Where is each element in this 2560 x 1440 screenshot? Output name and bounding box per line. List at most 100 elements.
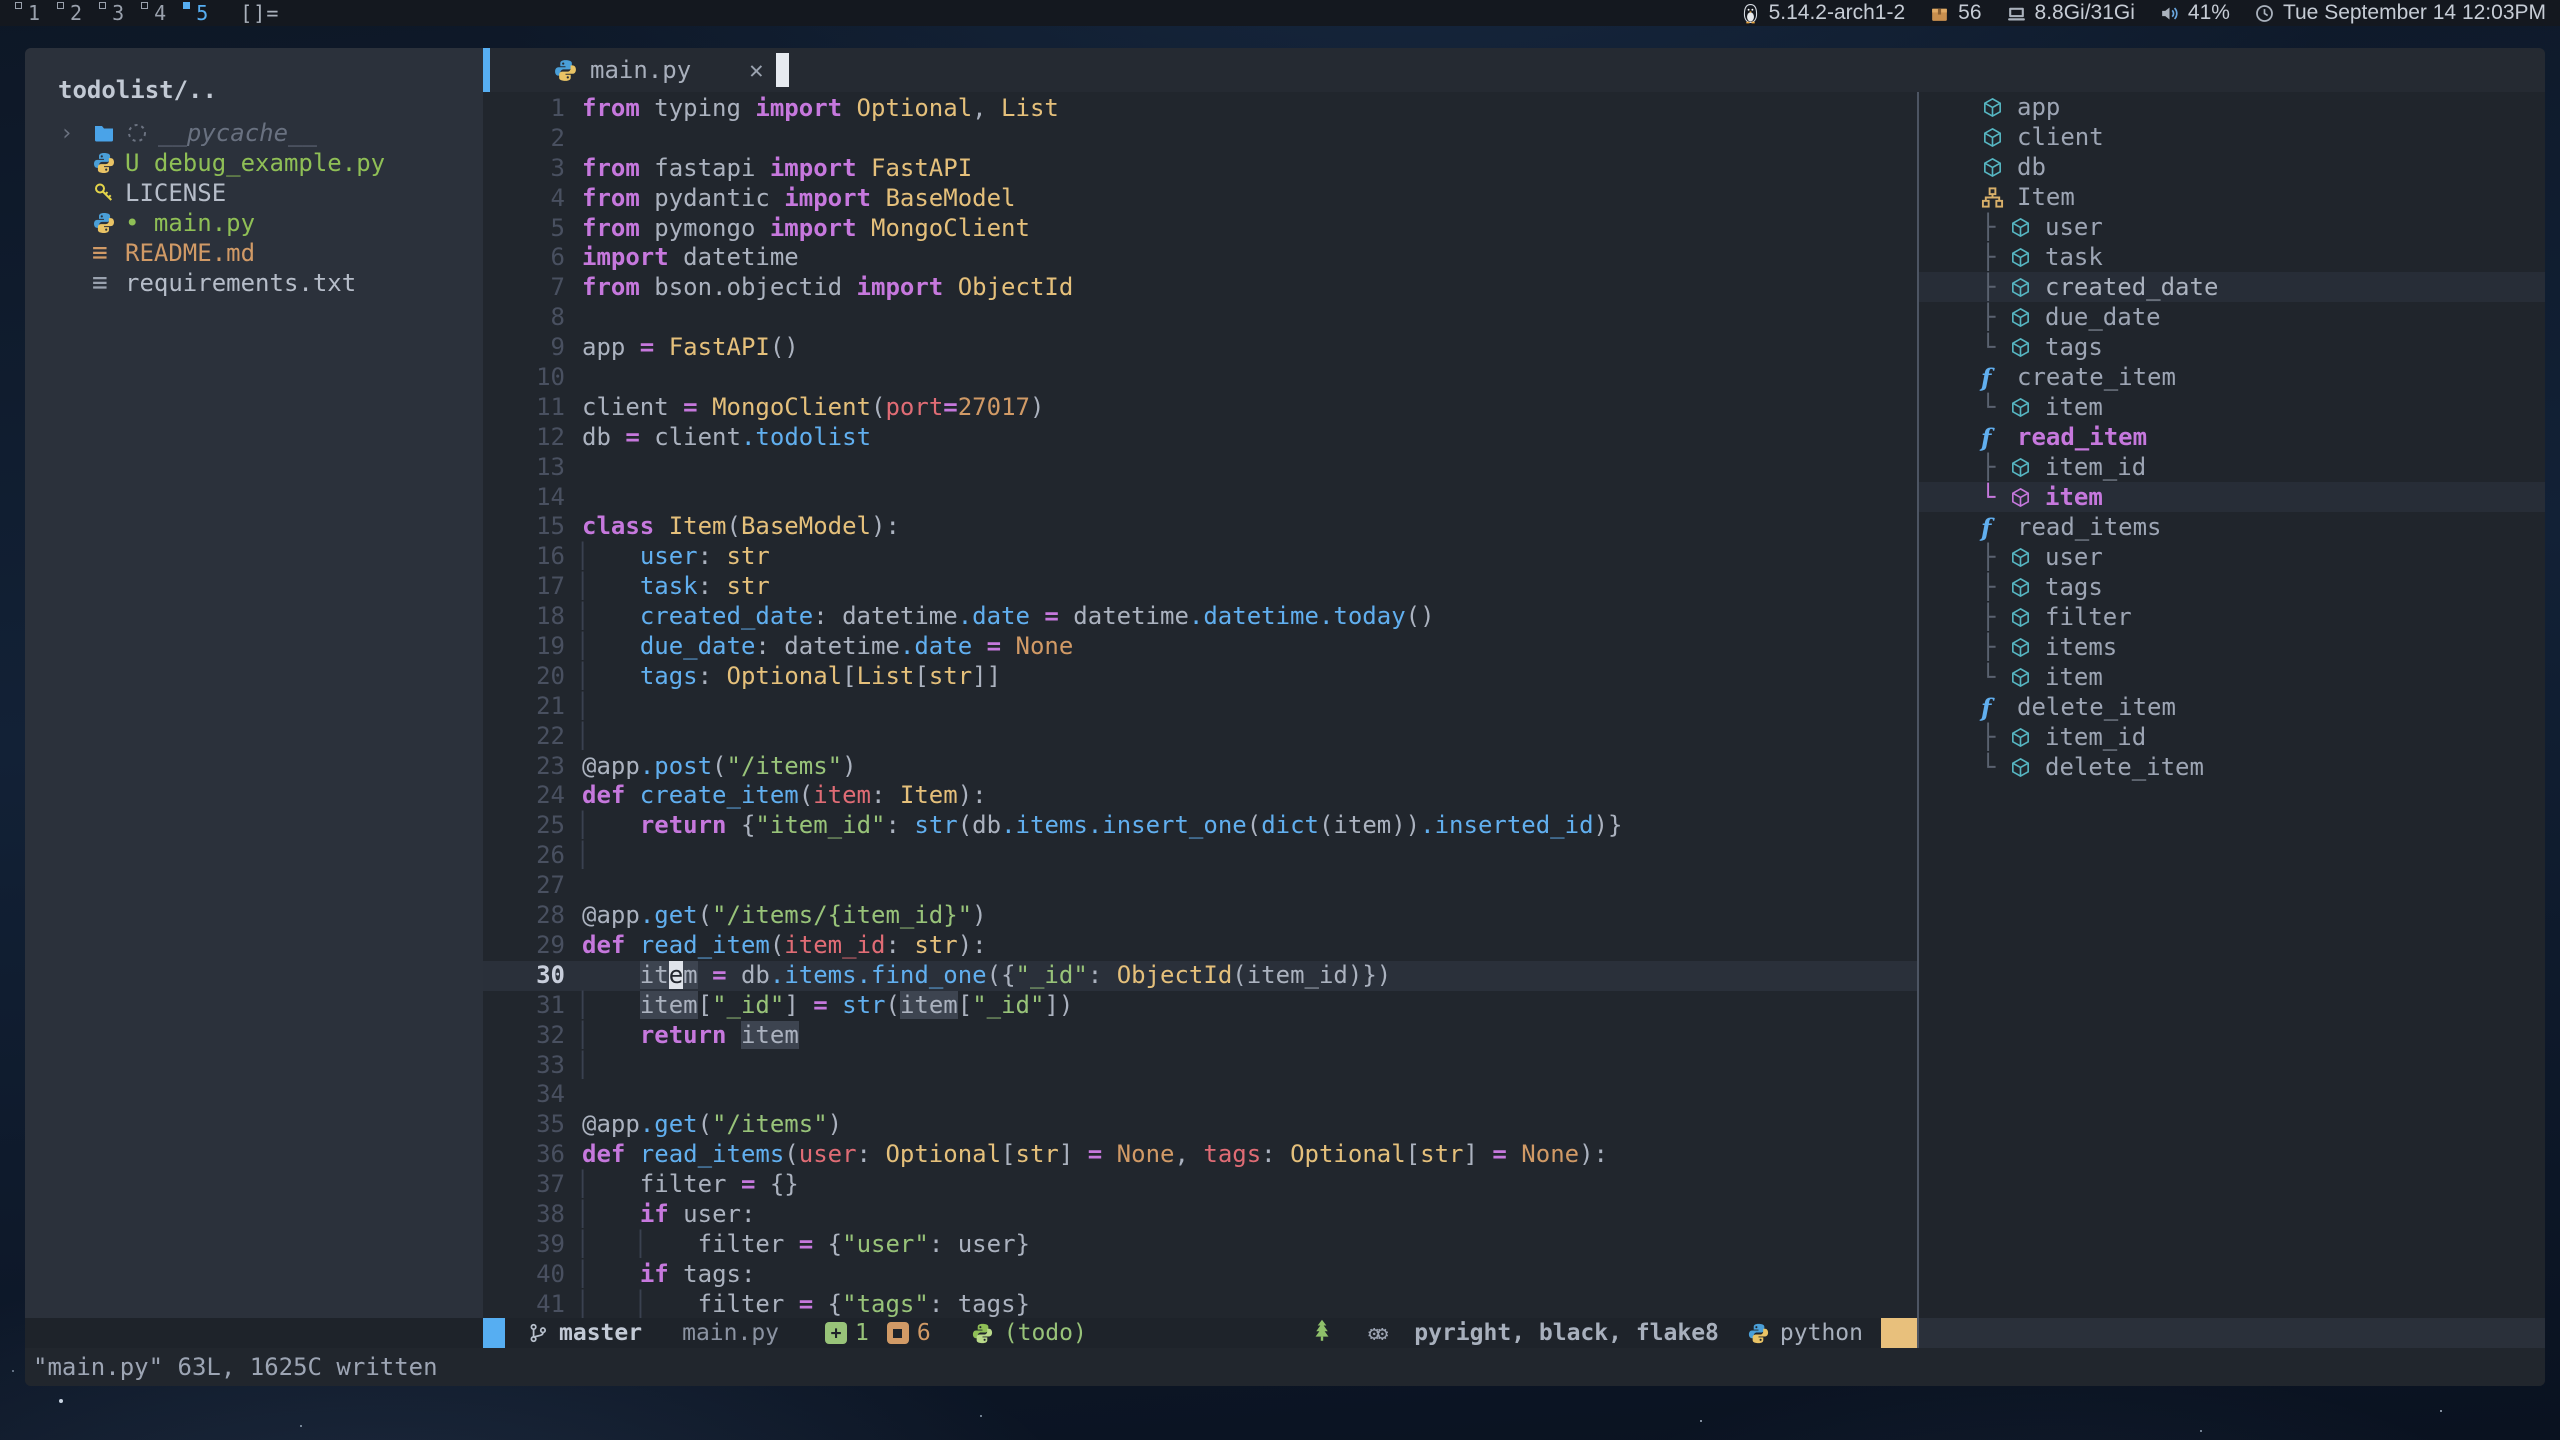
code-line[interactable]: 5from pymongo import MongoClient bbox=[483, 214, 1917, 244]
code-line[interactable]: 40▏ if tags: bbox=[483, 1260, 1917, 1290]
code-line[interactable]: 16▏ user: str bbox=[483, 542, 1917, 572]
outline-item[interactable]: ├item_id bbox=[1919, 722, 2545, 752]
file-name: requirements.txt bbox=[125, 269, 356, 297]
command-line[interactable]: "main.py" 63L, 1625C written bbox=[25, 1348, 2545, 1386]
workspace-4[interactable]: 4 bbox=[138, 0, 180, 26]
code-line[interactable]: 6import datetime bbox=[483, 243, 1917, 273]
code-line[interactable]: 18▏ created_date: datetime.date = dateti… bbox=[483, 602, 1917, 632]
line-number: 19 bbox=[483, 632, 565, 662]
outline-item[interactable]: fread_items bbox=[1919, 512, 2545, 542]
outline-item[interactable]: Item bbox=[1919, 182, 2545, 212]
code-line[interactable]: 22▏ bbox=[483, 722, 1917, 752]
outline-item[interactable]: fread_item bbox=[1919, 422, 2545, 452]
code-line[interactable]: 31▏ item["_id"] = str(item["_id"]) bbox=[483, 991, 1917, 1021]
code-line[interactable]: 39▏ ▏ filter = {"user": user} bbox=[483, 1230, 1917, 1260]
code-line[interactable]: 19▏ due_date: datetime.date = None bbox=[483, 632, 1917, 662]
outline-item[interactable]: └item bbox=[1919, 482, 2545, 512]
tab-main-py[interactable]: main.py ✕ bbox=[490, 48, 789, 92]
code-line[interactable]: 17▏ task: str bbox=[483, 572, 1917, 602]
code-line[interactable]: 11client = MongoClient(port=27017) bbox=[483, 393, 1917, 423]
memory-usage: 8.8Gi/31Gi bbox=[2035, 1, 2135, 25]
outline-item[interactable]: ├due_date bbox=[1919, 302, 2545, 332]
variable-cube-icon bbox=[2009, 336, 2037, 359]
file-tree-item[interactable]: • main.py bbox=[25, 208, 483, 238]
code-line[interactable]: 35@app.get("/items") bbox=[483, 1110, 1917, 1140]
code-line[interactable]: 36def read_items(user: Optional[str] = N… bbox=[483, 1140, 1917, 1170]
tab-close-icon[interactable]: ✕ bbox=[749, 56, 763, 84]
code-line[interactable]: 30 item = db.items.find_one({"_id": Obje… bbox=[483, 961, 1917, 991]
tree-connector: └ bbox=[1981, 483, 2009, 511]
code-line[interactable]: 1from typing import Optional, List bbox=[483, 94, 1917, 124]
code-line[interactable]: 21▏ bbox=[483, 692, 1917, 722]
code-line[interactable]: 41▏ ▏ filter = {"tags": tags} bbox=[483, 1290, 1917, 1318]
outline-item[interactable]: db bbox=[1919, 152, 2545, 182]
function-icon: f bbox=[1981, 423, 2009, 452]
outline-item[interactable]: └item bbox=[1919, 662, 2545, 692]
code-line[interactable]: 20▏ tags: Optional[List[str]] bbox=[483, 662, 1917, 692]
code-line[interactable]: 24def create_item(item: Item): bbox=[483, 781, 1917, 811]
outline-item[interactable]: ├created_date bbox=[1919, 272, 2545, 302]
code-editor[interactable]: 1from typing import Optional, List23from… bbox=[483, 92, 1917, 1318]
outline-item[interactable]: └item bbox=[1919, 392, 2545, 422]
outline-item[interactable]: fcreate_item bbox=[1919, 362, 2545, 392]
code-line[interactable]: 26▏ bbox=[483, 841, 1917, 871]
code-line[interactable]: 28@app.get("/items/{item_id}") bbox=[483, 901, 1917, 931]
code-line[interactable]: 14 bbox=[483, 483, 1917, 513]
workspace-3[interactable]: 3 bbox=[96, 0, 138, 26]
code-line[interactable]: 25▏ return {"item_id": str(db.items.inse… bbox=[483, 811, 1917, 841]
workspace-2[interactable]: 2 bbox=[54, 0, 96, 26]
code-line[interactable]: 23@app.post("/items") bbox=[483, 752, 1917, 782]
symbol-name: due_date bbox=[2045, 303, 2161, 331]
code-line[interactable]: 27 bbox=[483, 871, 1917, 901]
symbol-name: Item bbox=[2017, 183, 2075, 211]
code-line[interactable]: 15class Item(BaseModel): bbox=[483, 512, 1917, 542]
file-tree-item[interactable]: LICENSE bbox=[25, 178, 483, 208]
code-line[interactable]: 37▏ filter = {} bbox=[483, 1170, 1917, 1200]
outline-item[interactable]: └delete_item bbox=[1919, 752, 2545, 782]
outline-item[interactable]: ├user bbox=[1919, 542, 2545, 572]
code-line[interactable]: 33▏ bbox=[483, 1051, 1917, 1081]
line-number: 14 bbox=[483, 483, 565, 513]
outline-item[interactable]: ├tags bbox=[1919, 572, 2545, 602]
variable-cube-icon bbox=[2009, 546, 2037, 569]
outline-item[interactable]: fdelete_item bbox=[1919, 692, 2545, 722]
line-number: 7 bbox=[483, 273, 565, 303]
outline-item[interactable]: └tags bbox=[1919, 332, 2545, 362]
outline-item[interactable]: ├filter bbox=[1919, 602, 2545, 632]
line-number: 32 bbox=[483, 1021, 565, 1051]
code-line[interactable]: 2 bbox=[483, 124, 1917, 154]
code-line[interactable]: 4from pydantic import BaseModel bbox=[483, 184, 1917, 214]
file-tree-item[interactable]: ›__pycache__ bbox=[25, 118, 483, 148]
outline-item[interactable]: ├items bbox=[1919, 632, 2545, 662]
outline-item[interactable]: app bbox=[1919, 92, 2545, 122]
outline-item[interactable]: ├task bbox=[1919, 242, 2545, 272]
code-line[interactable]: 32▏ return item bbox=[483, 1021, 1917, 1051]
symbol-name: create_item bbox=[2017, 363, 2176, 391]
code-line[interactable]: 8 bbox=[483, 303, 1917, 333]
line-number: 34 bbox=[483, 1080, 565, 1110]
line-number: 41 bbox=[483, 1290, 565, 1318]
symbol-name: item bbox=[2045, 393, 2103, 421]
outline-item[interactable]: ├item_id bbox=[1919, 452, 2545, 482]
function-icon: f bbox=[1981, 693, 2009, 722]
workspace-5[interactable]: 5 bbox=[180, 0, 222, 26]
line-number: 21 bbox=[483, 692, 565, 722]
code-line[interactable]: 10 bbox=[483, 363, 1917, 393]
code-line[interactable]: 9app = FastAPI() bbox=[483, 333, 1917, 363]
code-line[interactable]: 3from fastapi import FastAPI bbox=[483, 154, 1917, 184]
file-tree-item[interactable]: U debug_example.py bbox=[25, 148, 483, 178]
git-changed-icon bbox=[887, 1322, 909, 1344]
symbol-name: task bbox=[2045, 243, 2103, 271]
code-line[interactable]: 13 bbox=[483, 453, 1917, 483]
code-line[interactable]: 12db = client.todolist bbox=[483, 423, 1917, 453]
outline-item[interactable]: ├user bbox=[1919, 212, 2545, 242]
code-line[interactable]: 7from bson.objectid import ObjectId bbox=[483, 273, 1917, 303]
code-line[interactable]: 34 bbox=[483, 1080, 1917, 1110]
workspace-1[interactable]: 1 bbox=[12, 0, 54, 26]
outline-item[interactable]: client bbox=[1919, 122, 2545, 152]
file-tree-item[interactable]: ≡requirements.txt bbox=[25, 268, 483, 298]
tree-connector: └ bbox=[1981, 333, 2009, 361]
file-tree-item[interactable]: ≡README.md bbox=[25, 238, 483, 268]
code-line[interactable]: 38▏ if user: bbox=[483, 1200, 1917, 1230]
code-line[interactable]: 29def read_item(item_id: str): bbox=[483, 931, 1917, 961]
